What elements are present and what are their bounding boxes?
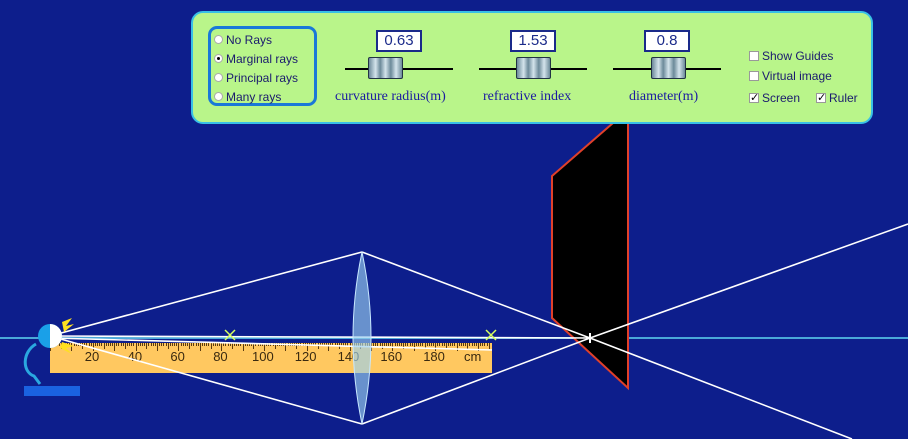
ruler-checkbox[interactable]: ✓ Ruler — [816, 89, 858, 107]
radio-button-icon[interactable] — [214, 35, 223, 44]
projection-screen[interactable] — [551, 107, 629, 391]
radio-button-icon[interactable] — [214, 92, 223, 101]
curvature-radius-value[interactable]: 0.63 — [376, 30, 422, 52]
curvature-radius-slider-handle[interactable] — [368, 57, 403, 79]
radio-marginal-rays[interactable]: Marginal rays — [214, 49, 298, 68]
ray-lower-incident — [49, 335, 363, 425]
checkbox-label: Ruler — [829, 91, 858, 105]
checkbox-icon[interactable] — [749, 51, 759, 61]
converging-lens[interactable] — [352, 251, 372, 425]
radio-many-rays[interactable]: Many rays — [214, 87, 281, 106]
curvature-radius-label: curvature radius(m) — [335, 89, 446, 104]
radio-no-rays[interactable]: No Rays — [214, 30, 272, 49]
control-panel: No Rays Marginal rays Principal rays Man… — [191, 11, 873, 124]
radio-label: Marginal rays — [226, 51, 299, 66]
checkbox-label: Show Guides — [762, 49, 834, 63]
ray-upper-diverging — [589, 223, 908, 339]
show-guides-checkbox[interactable]: Show Guides — [749, 47, 833, 65]
checkmark-icon[interactable]: ✓ — [749, 93, 759, 104]
diameter-value[interactable]: 0.8 — [644, 30, 690, 52]
refractive-index-value[interactable]: 1.53 — [510, 30, 556, 52]
virtual-image-checkbox[interactable]: Virtual image — [749, 67, 832, 85]
ray-bundle — [49, 223, 908, 439]
checkbox-icon[interactable] — [749, 71, 759, 81]
refractive-index-slider-handle[interactable] — [516, 57, 551, 79]
radio-principal-rays[interactable]: Principal rays — [214, 68, 298, 87]
checkbox-label: Screen — [762, 91, 801, 105]
screen-checkbox[interactable]: ✓ Screen — [749, 89, 800, 107]
radio-button-icon[interactable] — [214, 73, 223, 82]
diameter-slider-handle[interactable] — [651, 57, 686, 79]
radio-button-selected-icon[interactable] — [214, 54, 223, 63]
ray-axial-2 — [49, 337, 493, 351]
checkbox-label: Virtual image — [762, 69, 832, 83]
ray-lower-diverging — [589, 337, 853, 439]
checkmark-icon[interactable]: ✓ — [816, 93, 826, 104]
radio-label: No Rays — [226, 32, 273, 47]
ray-upper-incident — [49, 251, 363, 337]
refractive-index-label: refractive index — [483, 89, 572, 104]
ray-axial-1 — [49, 335, 591, 339]
rays-mode-group: No Rays Marginal rays Principal rays Man… — [208, 26, 317, 106]
diameter-label: diameter(m) — [629, 89, 699, 104]
radio-label: Principal rays — [226, 70, 299, 85]
ray-lower-refracted — [361, 337, 591, 425]
radio-label: Many rays — [226, 89, 282, 104]
simulation-canvas[interactable]: 20 40 60 80 100 120 140 160 180 cm No Ra… — [0, 0, 908, 439]
